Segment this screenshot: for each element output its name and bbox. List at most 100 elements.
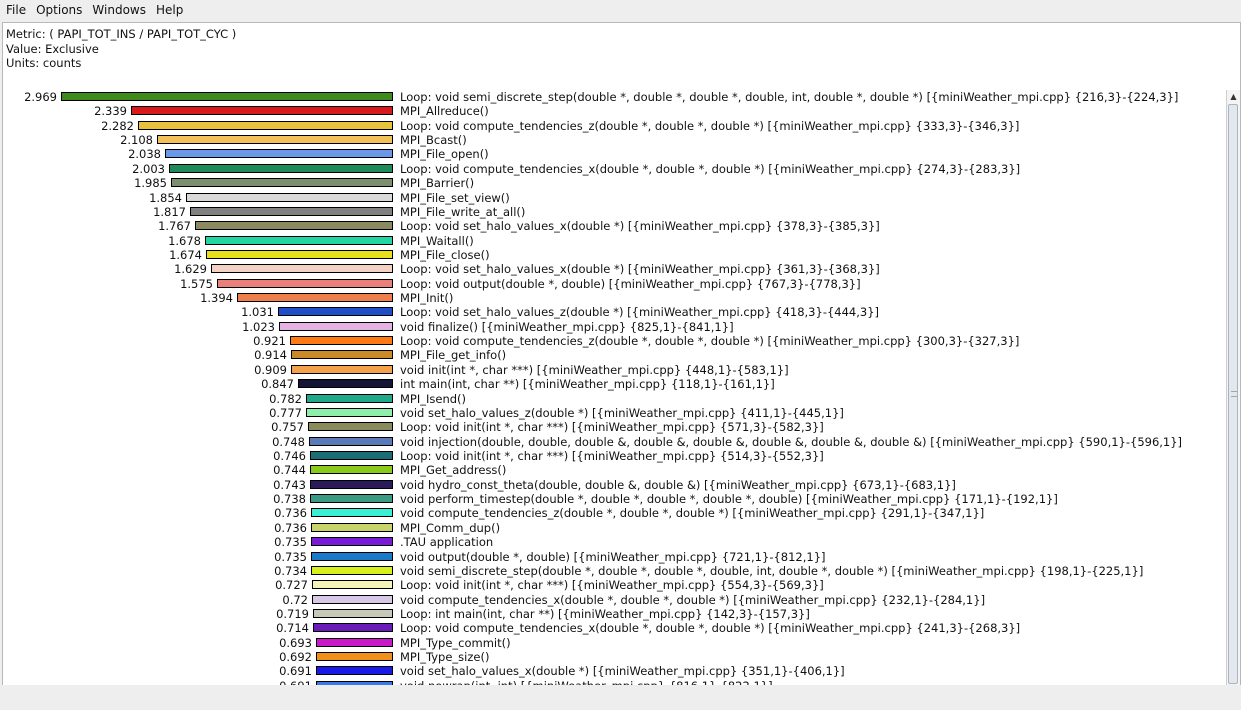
value-bar[interactable]	[290, 336, 393, 346]
bar-row[interactable]: 1.023 void finalize() [{miniWeather_mpi.c…	[3, 320, 1225, 334]
value-bar[interactable]	[310, 465, 393, 475]
value-bar[interactable]	[61, 92, 393, 101]
value-bar[interactable]	[211, 264, 393, 274]
bar-row[interactable]: 2.282 Loop: void compute_tendencies_z(dou…	[3, 119, 1225, 133]
value-bar[interactable]	[131, 106, 393, 116]
function-label: MPI_Type_commit()	[400, 635, 511, 650]
value-bar[interactable]	[308, 422, 393, 432]
bar-row[interactable]: 0.691 void set_halo_values_x(double *) [{…	[3, 664, 1225, 678]
value-bar[interactable]	[316, 652, 393, 662]
bar-row[interactable]: 0.72 void compute_tendencies_x(double *, …	[3, 593, 1225, 607]
bar-row[interactable]: 0.734 void semi_discrete_step(double *, d…	[3, 564, 1225, 578]
value-bar[interactable]	[279, 321, 393, 331]
value-bar[interactable]	[138, 120, 393, 130]
menu-windows[interactable]: Windows	[87, 0, 151, 21]
bar-row[interactable]: 0.748 void injection(double, double, doub…	[3, 435, 1225, 449]
value-bar[interactable]	[312, 580, 393, 590]
value-bar[interactable]	[313, 623, 393, 633]
function-label: void compute_tendencies_x(double *, doub…	[400, 592, 986, 607]
value-bar[interactable]	[205, 235, 393, 245]
value-bar[interactable]	[206, 249, 393, 259]
value-bar[interactable]	[309, 436, 393, 446]
bar-row[interactable]: 2.108 MPI_Bcast()	[3, 133, 1225, 147]
bar-row[interactable]: 1.678 MPI_Waitall()	[3, 234, 1225, 248]
bar-chart-panel: Metric: ( PAPI_TOT_INS / PAPI_TOT_CYC ) …	[2, 22, 1241, 686]
bar-row[interactable]: 0.746 Loop: void init(int *, char ***) [{…	[3, 449, 1225, 463]
bar-row[interactable]: 0.744 MPI_Get_address()	[3, 463, 1225, 477]
bar-row[interactable]: 0.743 void hydro_const_theta(double, doub…	[3, 478, 1225, 492]
value-bar[interactable]	[311, 565, 393, 575]
value-bar[interactable]	[313, 608, 393, 618]
value-bar[interactable]	[312, 594, 393, 604]
bar-row[interactable]: 1.854 MPI_File_set_view()	[3, 191, 1225, 205]
bar-row[interactable]: 1.767 Loop: void set_halo_values_x(double…	[3, 219, 1225, 233]
bar-row[interactable]: 1.629 Loop: void set_halo_values_x(double…	[3, 262, 1225, 276]
bar-row[interactable]: 0.782 MPI_Isend()	[3, 392, 1225, 406]
bar-row[interactable]: 1.394 MPI_Init()	[3, 291, 1225, 305]
value-bar[interactable]	[310, 479, 393, 489]
bar-value: 0.735	[274, 549, 307, 564]
value-bar[interactable]	[310, 451, 393, 460]
value-bar[interactable]	[311, 522, 393, 532]
vertical-scrollbar[interactable]: ▲	[1226, 90, 1240, 685]
bar-row[interactable]: 0.727 Loop: void init(int *, char ***) [{…	[3, 578, 1225, 592]
value-bar[interactable]	[278, 307, 393, 317]
bar-row[interactable]: 0.714 Loop: void compute_tendencies_x(dou…	[3, 621, 1225, 635]
value-bar[interactable]	[311, 537, 393, 547]
value-bar[interactable]	[316, 637, 393, 647]
value-bar[interactable]	[171, 178, 393, 188]
bar-row[interactable]: 0.921 Loop: void compute_tendencies_z(dou…	[3, 334, 1225, 348]
value-bar[interactable]	[291, 350, 393, 360]
bar-value: 1.629	[174, 262, 207, 277]
value-bar[interactable]	[311, 508, 393, 518]
value-bar[interactable]	[306, 393, 393, 403]
value-bar[interactable]	[310, 494, 393, 504]
value-bar[interactable]	[237, 293, 393, 303]
value-bar[interactable]	[157, 135, 393, 145]
bar-row[interactable]: 2.339 MPI_Allreduce()	[3, 104, 1225, 118]
bar-value: 1.985	[134, 176, 167, 191]
bar-row[interactable]: 0.692 MPI_Type_size()	[3, 650, 1225, 664]
function-label: MPI_File_write_at_all()	[400, 204, 526, 219]
bar-row[interactable]: 0.736 MPI_Comm_dup()	[3, 521, 1225, 535]
value-bar[interactable]	[291, 364, 393, 374]
value-bar[interactable]	[298, 379, 393, 389]
bar-row[interactable]: 0.909 void init(int *, char ***) [{miniWe…	[3, 363, 1225, 377]
value-bar[interactable]	[165, 149, 393, 159]
bar-row[interactable]: 1.674 MPI_File_close()	[3, 248, 1225, 262]
bar-row[interactable]: 1.031 Loop: void set_halo_values_z(double…	[3, 305, 1225, 319]
bar-row[interactable]: 0.738 void perform_timestep(double *, dou…	[3, 492, 1225, 506]
value-bar[interactable]	[306, 407, 393, 417]
bar-row[interactable]: 0.777 void set_halo_values_z(double *) [{…	[3, 406, 1225, 420]
bar-value: 2.003	[132, 161, 165, 176]
function-label: MPI_File_set_view()	[400, 190, 510, 205]
scroll-up-arrow-icon[interactable]: ▲	[1227, 90, 1240, 103]
value-bar[interactable]	[217, 278, 393, 288]
bar-value: 1.854	[149, 190, 182, 205]
value-bar[interactable]	[190, 206, 393, 216]
menu-options[interactable]: Options	[31, 0, 87, 21]
bar-row[interactable]: 1.575 Loop: void output(double *, double)…	[3, 277, 1225, 291]
bar-row[interactable]: 0.736 void compute_tendencies_z(double *,…	[3, 506, 1225, 520]
bar-row[interactable]: 2.038 MPI_File_open()	[3, 147, 1225, 161]
value-bar[interactable]	[169, 163, 393, 173]
bar-row[interactable]: 0.735 void output(double *, double) [{min…	[3, 550, 1225, 564]
bar-row[interactable]: 0.847 int main(int, char **) [{miniWeathe…	[3, 377, 1225, 391]
bar-row[interactable]: 0.914 MPI_File_get_info()	[3, 348, 1225, 362]
bar-row[interactable]: 0.719 Loop: int main(int, char **) [{mini…	[3, 607, 1225, 621]
function-label: Loop: int main(int, char **) [{miniWeath…	[400, 606, 810, 621]
menu-help[interactable]: Help	[151, 0, 188, 21]
bar-row[interactable]: 1.817 MPI_File_write_at_all()	[3, 205, 1225, 219]
bar-row[interactable]: 2.969 Loop: void semi_discrete_step(doubl…	[3, 90, 1225, 104]
menu-file[interactable]: File	[0, 0, 31, 21]
bar-row[interactable]: 0.757 Loop: void init(int *, char ***) [{…	[3, 420, 1225, 434]
value-bar[interactable]	[195, 221, 393, 231]
bar-row[interactable]: 0.693 MPI_Type_commit()	[3, 636, 1225, 650]
value-bar[interactable]	[186, 192, 393, 202]
bar-row[interactable]: 0.735 .TAU application	[3, 535, 1225, 549]
value-bar[interactable]	[316, 666, 393, 676]
value-bar[interactable]	[311, 551, 393, 561]
bar-row[interactable]: 2.003 Loop: void compute_tendencies_x(dou…	[3, 162, 1225, 176]
bar-row[interactable]: 1.985 MPI_Barrier()	[3, 176, 1225, 190]
scrollbar-thumb[interactable]	[1228, 104, 1238, 684]
